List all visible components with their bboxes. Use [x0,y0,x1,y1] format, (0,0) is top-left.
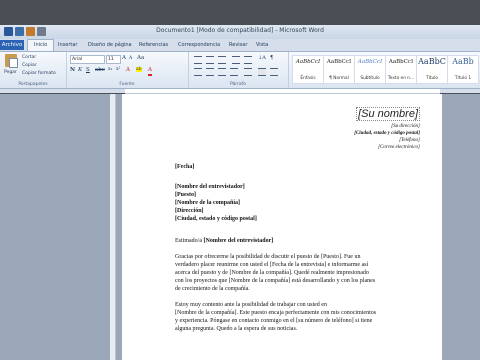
style-sample: AaBbC [418,57,446,66]
style-name: Texto en n... [387,76,415,81]
style-emphasis[interactable]: AaBbCcI Énfasis [292,55,324,84]
style-name: Énfasis [300,76,316,81]
greeting-prefix: Estimado/a [175,238,204,244]
bold-icon[interactable]: N [70,67,75,73]
style-normal[interactable]: AaBbCcI ¶ Normal [323,55,355,84]
style-sample: AaBb [452,57,474,66]
shading-icon[interactable] [258,68,266,76]
styles-group: AaBbCcI Énfasis AaBbCcI ¶ Normal AaBbCcI… [288,52,480,88]
paragraph-2-line[interactable]: y experiencia. Póngase en contacto conmi… [175,318,372,324]
header-address[interactable]: [Su dirección] [391,124,420,129]
font-color-icon[interactable]: A [148,67,152,76]
vertical-ruler[interactable] [110,94,116,360]
paste-label: Pegar [4,70,17,75]
style-heading-1[interactable]: AaBb Título 1 [447,55,479,84]
style-name: Título [425,76,439,81]
cut-button[interactable]: Cortar [22,55,36,60]
tab-page-layout[interactable]: Diseño de página [88,40,132,51]
paragraph-2-line[interactable]: alguna pregunta. Quedo a la espera de su… [175,326,297,332]
recipient-line[interactable]: [Nombre del entrevistador] [175,184,245,190]
justify-icon[interactable] [230,68,238,76]
font-group: Arial 11 A A Aa N K S abc x₂ x² A ab A F… [66,52,189,88]
style-body-text[interactable]: AaBbCcI Texto en n... [385,55,417,84]
superscript-icon[interactable]: x² [116,67,120,72]
format-painter-button[interactable]: Copiar formato [22,71,56,76]
borders-icon[interactable] [270,68,278,76]
show-formatting-icon[interactable]: ¶ [270,55,274,61]
underline-icon[interactable]: S [86,67,90,73]
align-center-icon[interactable] [206,68,214,76]
paragraph-1-line[interactable]: de crecimiento de la compañía. [175,286,250,292]
paragraph-group-label: Párrafo [230,82,246,87]
title-bar: Documento1 [Modo de compatibilidad] - Mi… [0,25,480,39]
style-name: Subtítulo [360,76,380,81]
style-name: ¶ Normal [329,76,349,81]
window-title: Documento1 [Modo de compatibilidad] - Mi… [156,27,324,34]
ruler-margin-left [0,89,125,93]
greeting-name: [Nombre del entrevistador] [203,238,274,244]
ribbon: Pegar Cortar Copiar Copiar formato Porta… [0,52,480,89]
header-email[interactable]: [Correo electrónico] [378,145,420,150]
tab-mailings[interactable]: Correspondencia [178,40,220,51]
font-name-combo[interactable]: Arial [70,55,105,64]
grow-font-icon[interactable]: A [122,55,126,61]
align-right-icon[interactable] [218,68,226,76]
decrease-indent-icon[interactable] [232,56,240,64]
header-city[interactable]: [Ciudad, estado y código postal] [354,131,420,136]
paragraph-1-line[interactable]: acerca del puesto y de [Nombre de la com… [175,270,369,276]
file-tab[interactable]: Archivo [0,40,24,50]
paragraph-1-line[interactable]: Gracias por ofrecerme la posibilidad de … [175,254,360,260]
font-group-label: Fuente [119,82,135,87]
multilevel-list-icon[interactable] [218,56,226,64]
header-name[interactable]: [Su nombre] [356,107,420,121]
paragraph-2-line[interactable]: Estoy muy contento ante la posibilidad d… [175,302,327,308]
style-sample: AaBbCcI [388,59,414,65]
clipboard-group-label: Portapapeles [18,82,48,87]
paste-button[interactable]: Pegar [3,54,19,75]
tab-review[interactable]: Revisar [229,40,247,51]
tab-home[interactable]: Inicio [27,39,55,51]
increase-indent-icon[interactable] [244,56,252,64]
style-sample: AaBbCcI [326,59,352,65]
copy-button[interactable]: Copiar [22,63,37,68]
sort-icon[interactable]: ↓A [258,55,266,61]
style-sample: AaBbCcI [357,59,383,65]
highlight-icon[interactable]: ab [136,67,142,72]
text-effects-icon[interactable]: A [126,67,130,73]
document-page[interactable]: [Su nombre] [Su dirección] [Ciudad, esta… [122,94,442,360]
align-left-icon[interactable] [194,68,202,76]
style-title[interactable]: AaBbC Título [416,55,448,84]
word-window: Documento1 [Modo de compatibilidad] - Mi… [0,0,480,360]
change-case-icon[interactable]: Aa [137,55,144,61]
recipient-line[interactable]: [Ciudad, estado y código postal] [175,216,257,222]
header-phone[interactable]: [Teléfono] [399,138,420,143]
bullets-icon[interactable] [194,56,202,64]
greeting[interactable]: Estimado/a [Nombre del entrevistador] [175,238,273,244]
line-spacing-icon[interactable] [244,68,252,76]
clipboard-group: Pegar Cortar Copiar Copiar formato Porta… [0,52,67,88]
paragraph-2-line[interactable]: [Nombre de la compañía]. Este puesto enc… [175,310,376,316]
paragraph-1-line[interactable]: verdadero placer reunirme con usted el [… [175,262,368,268]
font-size-combo[interactable]: 11 [106,55,121,64]
recipient-line[interactable]: [Dirección] [175,208,204,214]
date-field[interactable]: [Fecha] [175,164,194,170]
tab-references[interactable]: Referencias [139,40,168,51]
style-subtitle[interactable]: AaBbCcI Subtítulo [354,55,386,84]
recipient-line[interactable]: [Nombre de la compañía] [175,200,240,206]
paragraph-group: ↓A ¶ Párrafo [188,52,289,88]
subscript-icon[interactable]: x₂ [108,67,112,72]
strikethrough-icon[interactable]: abc [95,67,105,73]
ruler-margin-right [440,89,480,93]
style-name: Título 1 [454,76,472,81]
recipient-line[interactable]: [Puesto] [175,192,196,198]
shrink-font-icon[interactable]: A [129,56,132,61]
style-sample: AaBbCcI [295,59,321,65]
numbering-icon[interactable] [206,56,214,64]
tab-view[interactable]: Vista [256,40,268,51]
italic-icon[interactable]: K [78,67,82,73]
paste-icon [5,54,18,68]
tab-insert[interactable]: Insertar [58,40,77,51]
paragraph-1-line[interactable]: con los proyectos que [Nombre de la comp… [175,278,375,284]
ribbon-tabs: Archivo Inicio Insertar Diseño de página… [0,39,480,52]
